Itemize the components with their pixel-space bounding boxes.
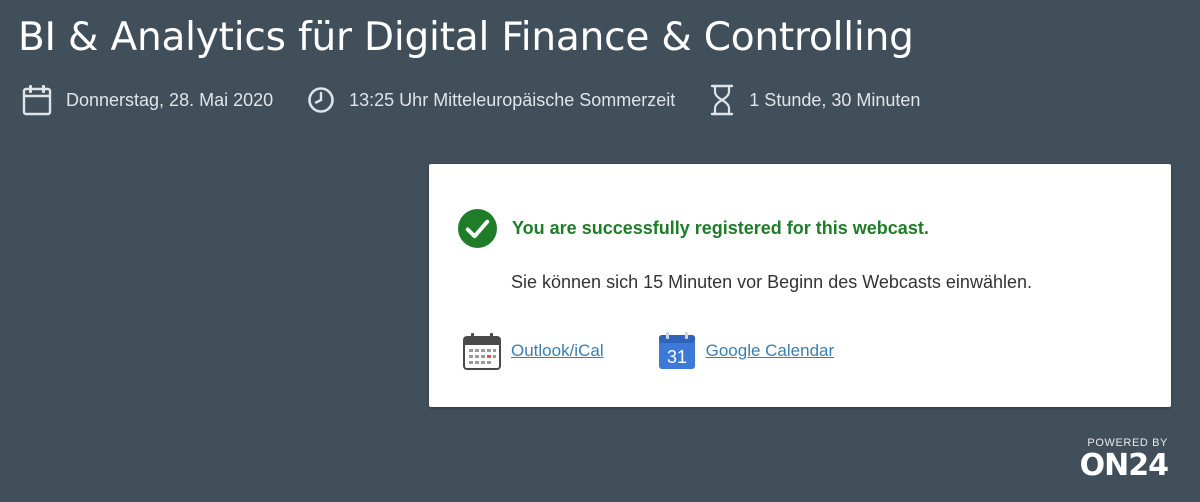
outlook-ical-label[interactable]: Outlook/iCal	[511, 341, 604, 361]
on24-logo: ON24	[1079, 448, 1169, 483]
powered-by-on24[interactable]: POWERED BY ON24	[1079, 437, 1169, 483]
outlook-calendar-icon	[463, 332, 501, 370]
page-title: BI & Analytics für Digital Finance & Con…	[18, 15, 914, 60]
registration-confirmation-card: You are successfully registered for this…	[429, 164, 1171, 407]
dial-in-info: Sie können sich 15 Minuten vor Beginn de…	[511, 272, 1032, 292]
event-duration: 1 Stunde, 30 Minuten	[709, 84, 920, 116]
event-duration-text: 1 Stunde, 30 Minuten	[749, 89, 921, 110]
event-time: 13:25 Uhr Mitteleuropäische Sommerzeit	[307, 86, 675, 114]
event-time-text: 13:25 Uhr Mitteleuropäische Sommerzeit	[349, 89, 676, 110]
event-date-text: Donnerstag, 28. Mai 2020	[66, 89, 274, 110]
hourglass-icon	[709, 84, 735, 116]
calendar-links: Outlook/iCal 31 Google Calendar	[463, 332, 888, 370]
success-row: You are successfully registered for this…	[458, 209, 929, 248]
google-calendar-day: 31	[667, 347, 687, 367]
event-meta: Donnerstag, 28. Mai 2020 13:25 Uhr Mitte…	[22, 82, 954, 118]
check-circle-icon	[458, 209, 497, 248]
calendar-icon	[22, 84, 52, 116]
page: BI & Analytics für Digital Finance & Con…	[0, 0, 1200, 502]
google-calendar-icon: 31	[658, 332, 696, 370]
clock-icon	[307, 86, 335, 114]
event-date: Donnerstag, 28. Mai 2020	[22, 84, 273, 116]
google-calendar-link[interactable]: 31 Google Calendar	[658, 332, 835, 370]
outlook-ical-link[interactable]: Outlook/iCal	[463, 332, 604, 370]
success-message: You are successfully registered for this…	[512, 218, 929, 238]
google-calendar-label[interactable]: Google Calendar	[706, 341, 835, 361]
